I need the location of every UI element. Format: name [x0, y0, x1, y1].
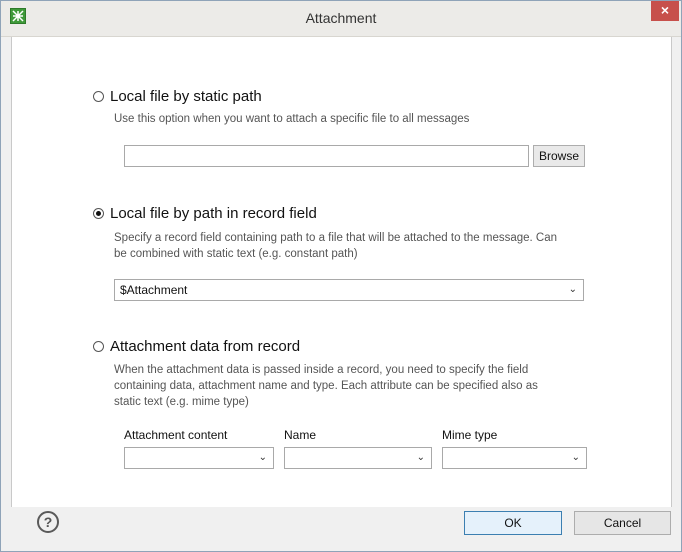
from-record-radio[interactable]: [93, 341, 104, 352]
ok-button[interactable]: OK: [464, 511, 562, 535]
title-bar: Attachment ×: [1, 1, 681, 37]
name-select[interactable]: ⌄: [284, 447, 432, 469]
record-field-label: Local file by path in record field: [110, 205, 317, 222]
window-title: Attachment: [305, 10, 377, 26]
record-field-select[interactable]: $Attachment ⌄: [114, 279, 584, 301]
name-label: Name: [284, 428, 317, 442]
mime-type-select[interactable]: ⌄: [442, 447, 587, 469]
static-path-description: Use this option when you want to attach …: [114, 113, 470, 125]
record-field-value: $Attachment: [120, 283, 188, 297]
mime-type-label: Mime type: [442, 428, 498, 442]
static-path-label: Local file by static path: [110, 88, 262, 105]
attachment-dialog: Attachment × Local file by static path U…: [0, 0, 682, 552]
dialog-body: Local file by static path Use this optio…: [11, 37, 672, 507]
chevron-down-icon: ⌄: [571, 452, 580, 463]
record-field-description-line2: be combined with static text (e.g. const…: [114, 248, 358, 260]
attachment-content-select[interactable]: ⌄: [124, 447, 274, 469]
chevron-down-icon: ⌄: [416, 452, 425, 463]
help-icon[interactable]: ?: [37, 511, 59, 533]
from-record-option[interactable]: Attachment data from record: [93, 338, 300, 355]
from-record-label: Attachment data from record: [110, 338, 301, 355]
cancel-button[interactable]: Cancel: [574, 511, 671, 535]
from-record-description-line1: When the attachment data is passed insid…: [114, 364, 529, 376]
close-icon[interactable]: ×: [651, 1, 679, 21]
attachment-content-label: Attachment content: [124, 428, 228, 442]
record-field-description-line1: Specify a record field containing path t…: [114, 232, 558, 244]
static-path-radio[interactable]: [93, 91, 104, 102]
static-path-option[interactable]: Local file by static path: [93, 88, 262, 105]
record-field-radio[interactable]: [93, 208, 104, 219]
chevron-down-icon: ⌄: [568, 284, 577, 295]
record-field-option[interactable]: Local file by path in record field: [93, 205, 317, 222]
chevron-down-icon: ⌄: [258, 452, 267, 463]
from-record-description-line2: containing data, attachment name and typ…: [114, 380, 538, 392]
from-record-description-line3: static text (e.g. mime type): [114, 396, 249, 408]
browse-button[interactable]: Browse: [533, 145, 585, 167]
static-path-input[interactable]: [124, 145, 529, 167]
